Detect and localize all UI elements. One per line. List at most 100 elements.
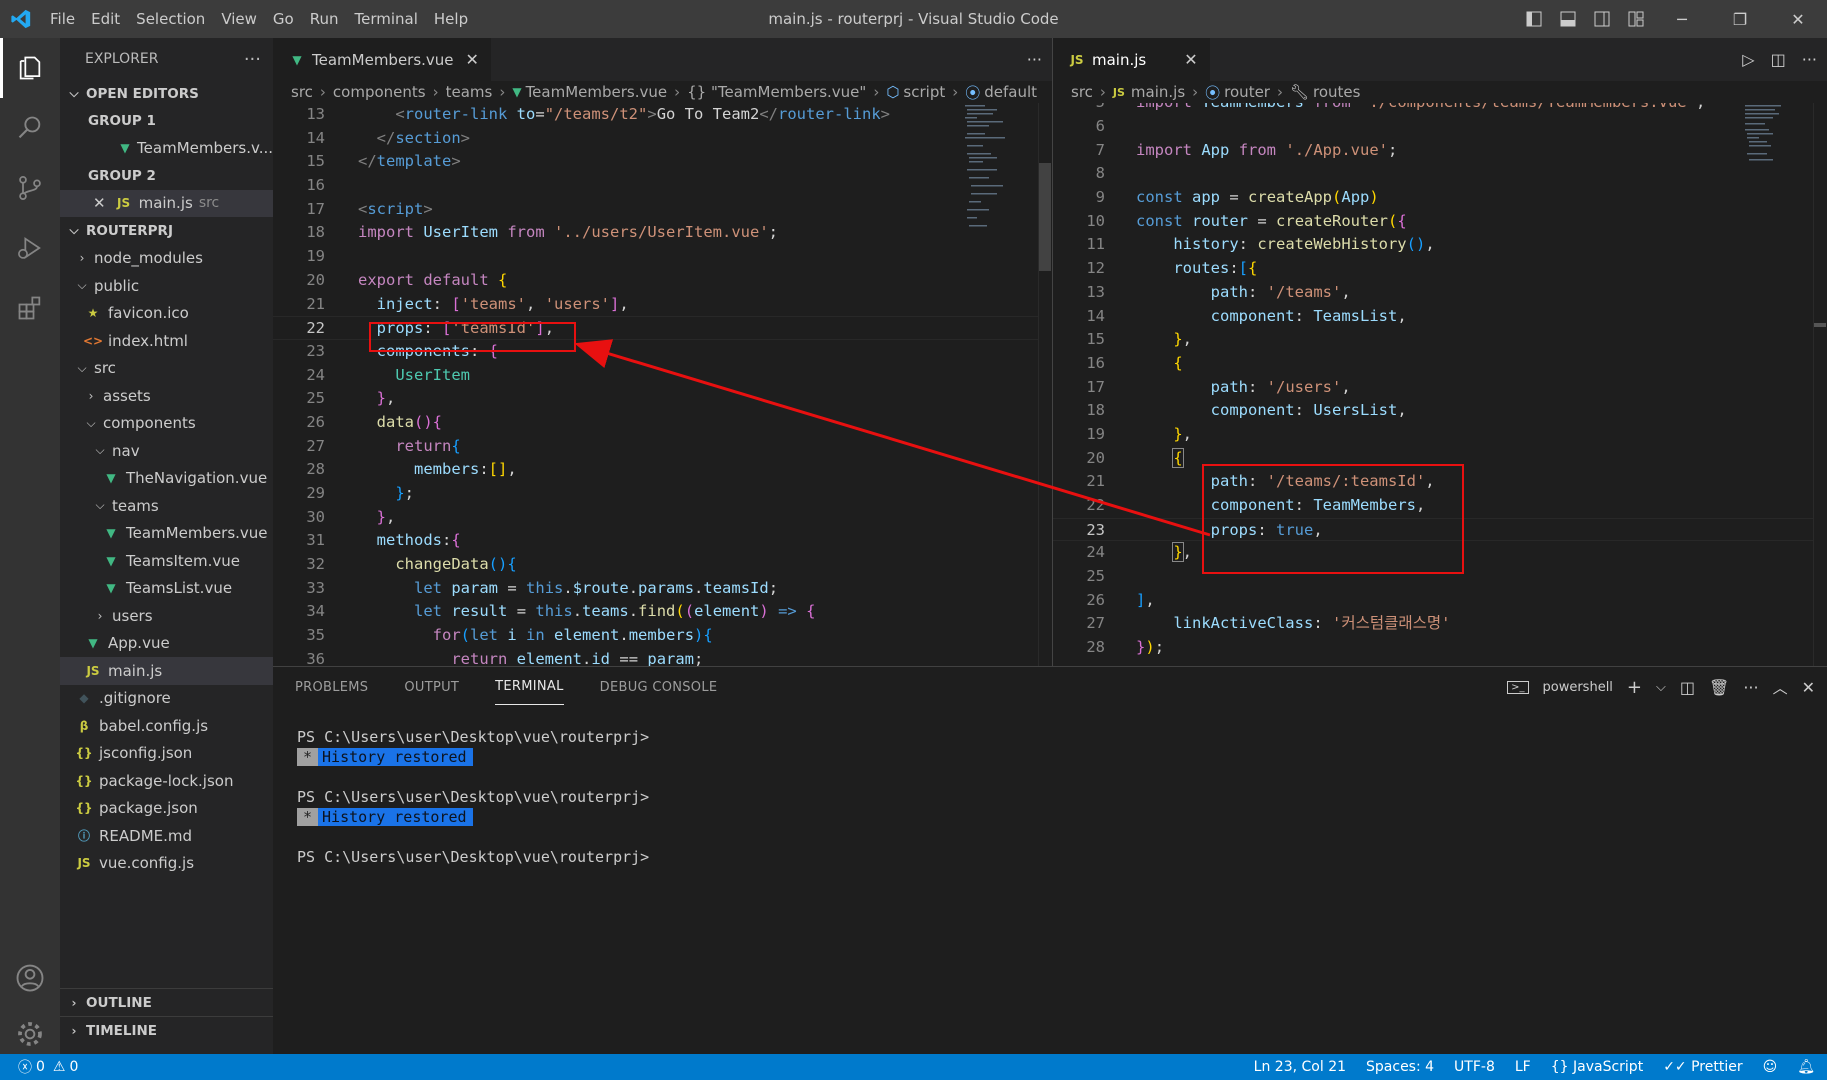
editor-scrollbar[interactable] — [1038, 103, 1052, 666]
encoding[interactable]: UTF-8 — [1454, 1059, 1495, 1075]
terminal-shell-label[interactable]: powershell — [1543, 680, 1613, 695]
outline-section[interactable]: › OUTLINE — [60, 989, 273, 1017]
breadcrumb-item[interactable]: routes — [1313, 83, 1360, 101]
line-ending[interactable]: LF — [1515, 1059, 1531, 1075]
menu-run[interactable]: Run — [302, 0, 347, 38]
folder-item[interactable]: ⌵ nav — [60, 437, 273, 465]
trash-icon[interactable]: 🗑︎ — [1709, 678, 1729, 697]
more-actions-icon[interactable]: ··· — [1743, 678, 1758, 697]
cursor-position[interactable]: Ln 23, Col 21 — [1254, 1059, 1346, 1075]
folder-item[interactable]: ⌵ teams — [60, 492, 273, 520]
breadcrumb-item[interactable]: TeamMembers.vue — [526, 83, 668, 101]
tab-mainjs[interactable]: JS main.js ✕ — [1053, 38, 1211, 81]
feedback-icon[interactable]: ☺ — [1763, 1059, 1778, 1075]
tab-teammembers[interactable]: ▼ TeamMembers.vue ✕ — [273, 38, 492, 81]
customize-layout-icon[interactable] — [1619, 0, 1653, 38]
maximize-panel-icon[interactable]: ︿ — [1773, 677, 1788, 698]
split-editor-icon[interactable]: ◫ — [1771, 50, 1786, 69]
more-actions-icon[interactable]: ··· — [244, 49, 261, 70]
accounts-icon[interactable] — [0, 948, 60, 1008]
group-2[interactable]: GROUP 2 — [60, 162, 273, 190]
close-window-icon[interactable]: ✕ — [1769, 0, 1827, 38]
file-item[interactable]: ▼ App.vue — [60, 630, 273, 658]
folder-item[interactable]: › node_modules — [60, 245, 273, 273]
code-editor-left[interactable]: 13 <router-link to="/teams/t2">Go To Tea… — [273, 103, 1052, 666]
menu-selection[interactable]: Selection — [128, 0, 213, 38]
indentation[interactable]: Spaces: 4 — [1366, 1059, 1434, 1075]
file-item[interactable]: <> index.html — [60, 327, 273, 355]
project-section[interactable]: ⌵ ROUTERPRJ — [60, 217, 273, 245]
search-icon[interactable] — [0, 98, 60, 158]
code-editor-right[interactable]: 5import TeamMembers from './components/t… — [1053, 103, 1827, 666]
tab-terminal[interactable]: TERMINAL — [495, 669, 564, 705]
more-actions-icon[interactable]: ··· — [1802, 50, 1817, 69]
run-icon[interactable]: ▷ — [1742, 50, 1754, 69]
restore-icon[interactable]: ❐ — [1711, 0, 1769, 38]
tab-problems[interactable]: PROBLEMS — [295, 670, 368, 705]
breadcrumb-item[interactable]: main.js — [1131, 83, 1185, 101]
open-editors-section[interactable]: ⌵ OPEN EDITORS — [60, 80, 273, 108]
breadcrumb-item[interactable]: router — [1224, 83, 1270, 101]
explorer-icon[interactable] — [0, 38, 60, 98]
file-item[interactable]: ▼ TeamsList.vue — [60, 575, 273, 603]
new-terminal-icon[interactable]: + — [1627, 677, 1642, 698]
folder-item[interactable]: ⌵ components — [60, 410, 273, 438]
timeline-section[interactable]: › TIMELINE — [60, 1017, 273, 1045]
menu-go[interactable]: Go — [265, 0, 302, 38]
breadcrumb-item[interactable]: components — [333, 83, 426, 101]
file-item[interactable]: β babel.config.js — [60, 712, 273, 740]
menu-help[interactable]: Help — [426, 0, 476, 38]
close-tab-icon[interactable]: ✕ — [1184, 50, 1197, 69]
minimize-icon[interactable]: ─ — [1653, 0, 1711, 38]
terminal-output[interactable]: PS C:\Users\user\Desktop\vue\routerprj> … — [273, 707, 1827, 867]
open-editor-teammembers[interactable]: ▼ TeamMembers.v... — [60, 135, 273, 163]
minimap[interactable] — [1743, 103, 1803, 253]
file-item[interactable]: JS main.js — [60, 657, 273, 685]
close-icon[interactable]: ✕ — [93, 194, 106, 212]
breadcrumb-item[interactable]: src — [291, 83, 313, 101]
folder-item[interactable]: › assets — [60, 382, 273, 410]
split-terminal-icon[interactable]: ◫ — [1680, 678, 1695, 697]
file-item[interactable]: {} package-lock.json — [60, 767, 273, 795]
breadcrumb-item[interactable]: script — [903, 83, 945, 101]
folder-item[interactable]: ⌵ src — [60, 355, 273, 383]
toggle-secondary-sidebar-icon[interactable] — [1585, 0, 1619, 38]
minimap[interactable] — [963, 103, 1023, 253]
group-1[interactable]: GROUP 1 — [60, 108, 273, 135]
source-control-icon[interactable] — [0, 158, 60, 218]
breadcrumb-item[interactable]: {} "TeamMembers.vue" — [687, 83, 866, 101]
more-actions-icon[interactable]: ··· — [1027, 50, 1042, 69]
file-item[interactable]: ⓘ README.md — [60, 822, 273, 850]
language-mode[interactable]: {} JavaScript — [1551, 1059, 1643, 1075]
toggle-sidebar-icon[interactable] — [1517, 0, 1551, 38]
menu-file[interactable]: File — [42, 0, 83, 38]
editor-scrollbar[interactable] — [1813, 103, 1827, 666]
chevron-down-icon[interactable]: ⌵ — [1656, 680, 1666, 695]
extensions-icon[interactable] — [0, 278, 60, 338]
tab-debug-console[interactable]: DEBUG CONSOLE — [600, 670, 718, 705]
menu-edit[interactable]: Edit — [83, 0, 128, 38]
file-item[interactable]: {} package.json — [60, 795, 273, 823]
file-item[interactable]: ▼ TeamMembers.vue — [60, 520, 273, 548]
file-item[interactable]: ★ favicon.ico — [60, 300, 273, 328]
file-item[interactable]: ◆ .gitignore — [60, 685, 273, 713]
breadcrumb-item[interactable]: default — [984, 83, 1037, 101]
file-item[interactable]: JS vue.config.js — [60, 850, 273, 878]
close-tab-icon[interactable]: ✕ — [466, 50, 479, 69]
breadcrumb-item[interactable]: teams — [446, 83, 493, 101]
file-item[interactable]: ▼ TheNavigation.vue — [60, 465, 273, 493]
open-editor-mainjs[interactable]: ✕ JS main.js src — [60, 189, 273, 217]
menu-terminal[interactable]: Terminal — [347, 0, 426, 38]
folder-item[interactable]: ⌵ public — [60, 272, 273, 300]
folder-item[interactable]: › users — [60, 602, 273, 630]
problems-status[interactable]: ⓧ 0 ⚠ 0 — [0, 1057, 78, 1077]
menu-view[interactable]: View — [213, 0, 265, 38]
breadcrumb-item[interactable]: src — [1071, 83, 1093, 101]
file-item[interactable]: ▼ TeamsItem.vue — [60, 547, 273, 575]
prettier-status[interactable]: ✓✓ Prettier — [1663, 1059, 1742, 1075]
file-item[interactable]: {} jsconfig.json — [60, 740, 273, 768]
toggle-panel-icon[interactable] — [1551, 0, 1585, 38]
notifications-bell-icon[interactable]: 🔔︎ — [1797, 1059, 1815, 1075]
tab-output[interactable]: OUTPUT — [404, 670, 459, 705]
close-panel-icon[interactable]: ✕ — [1802, 678, 1815, 697]
